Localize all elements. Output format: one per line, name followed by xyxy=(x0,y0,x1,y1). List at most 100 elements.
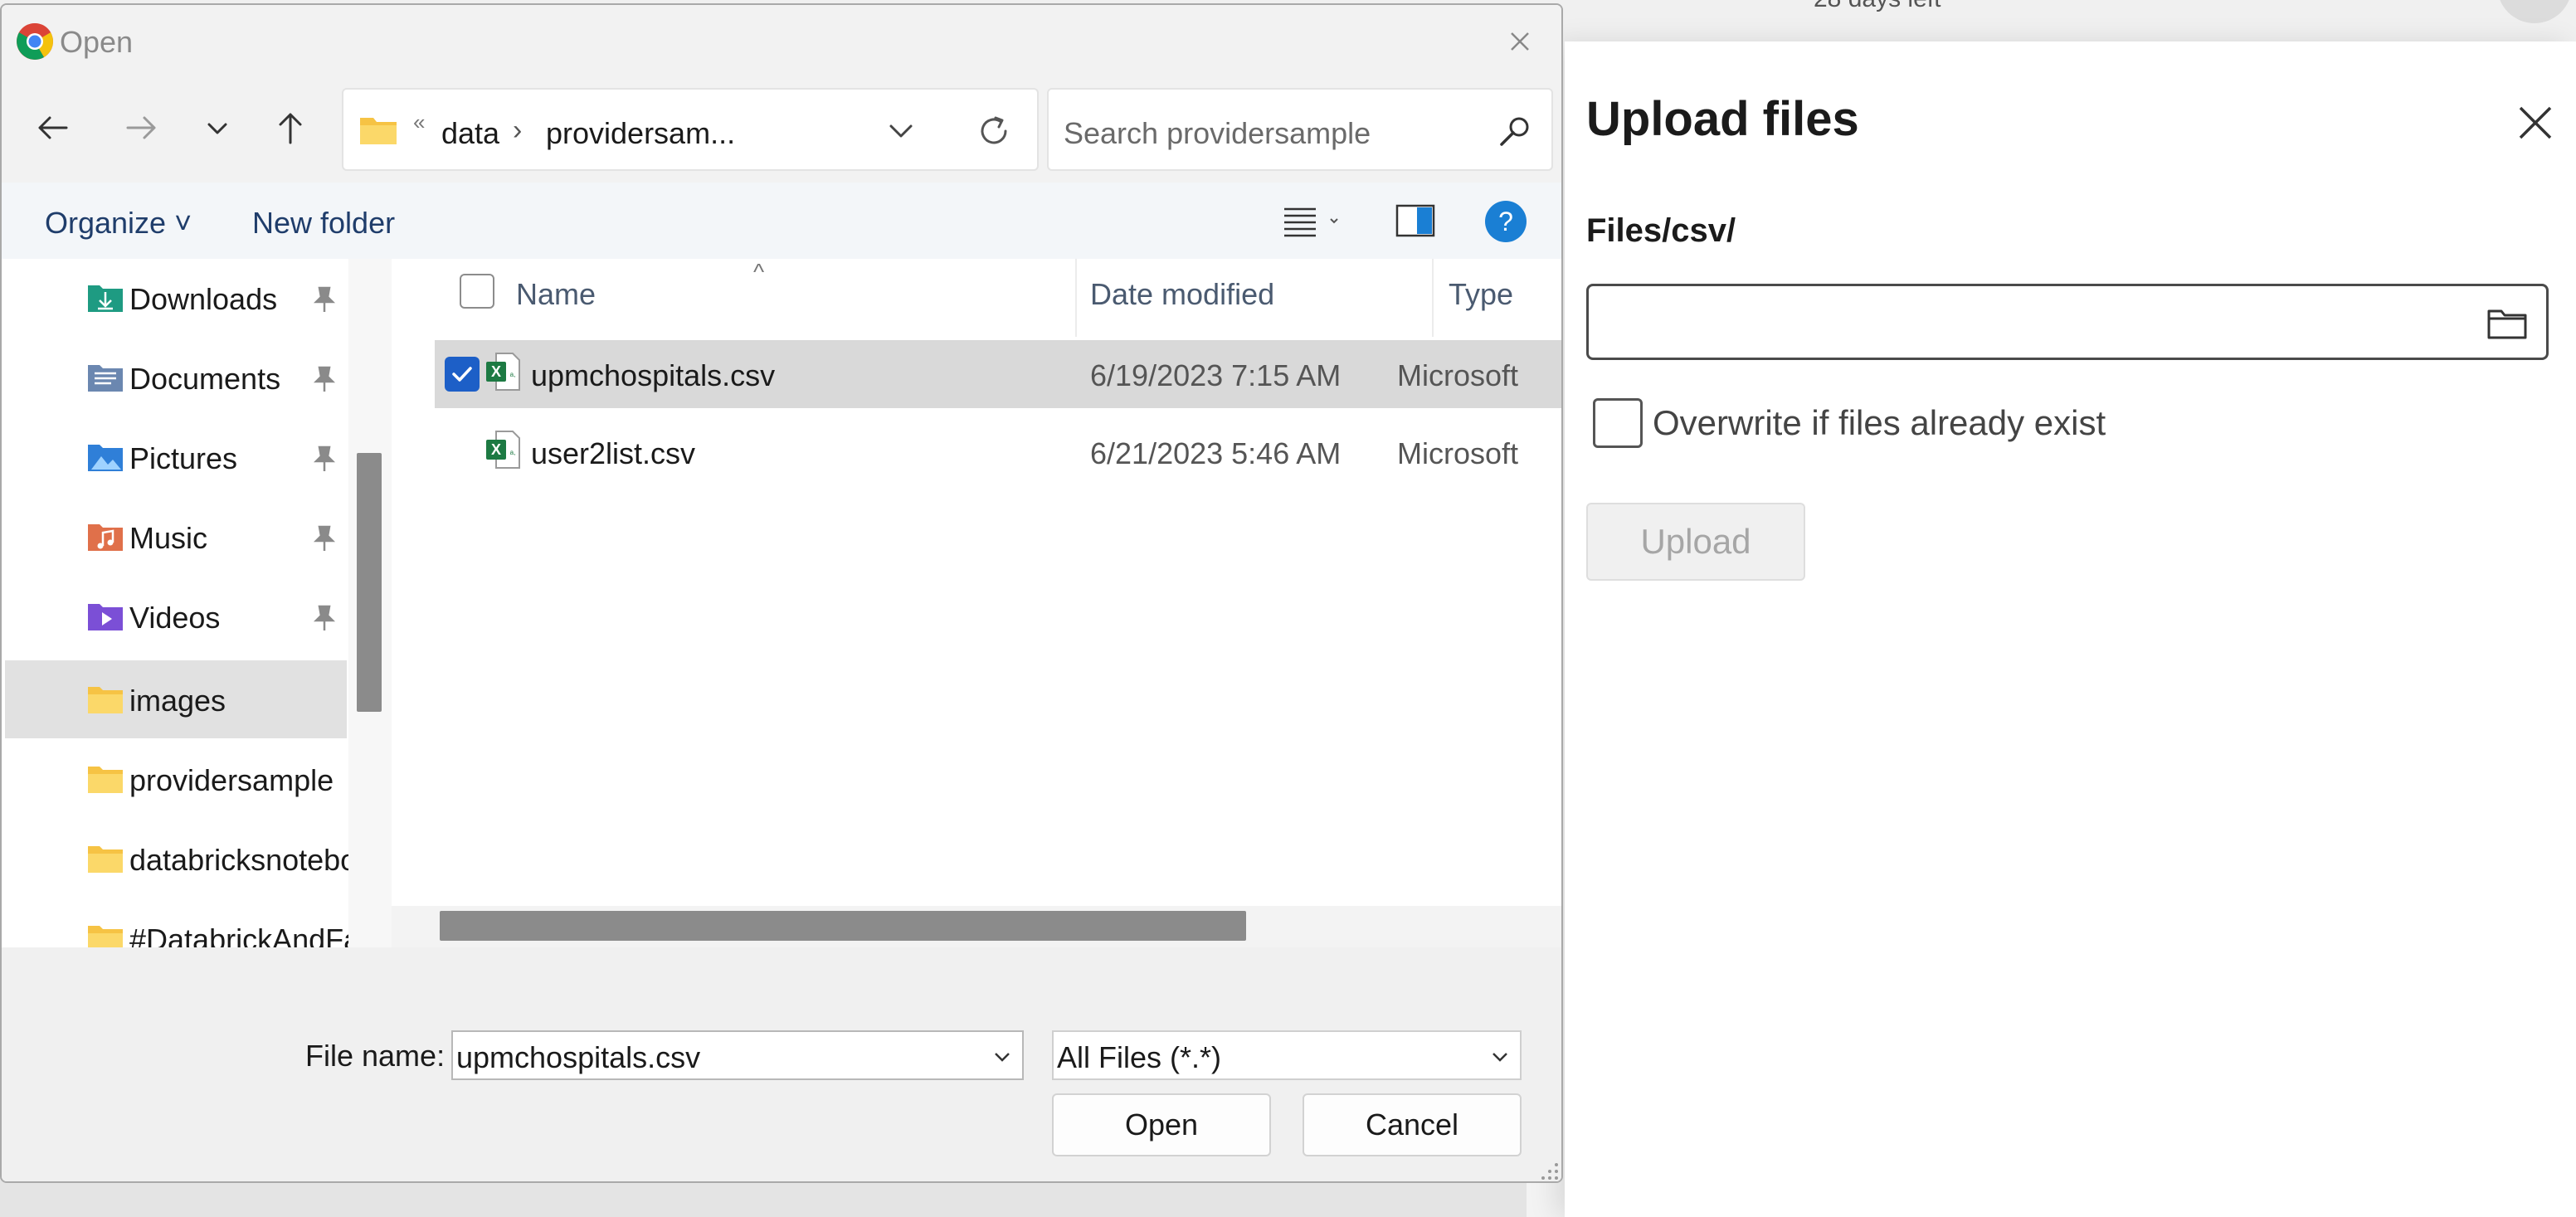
nav-item-label: Documents xyxy=(129,362,281,396)
folder-icon xyxy=(88,846,123,873)
column-divider[interactable] xyxy=(1075,259,1077,337)
file-type: Microsoft xyxy=(1397,436,1519,470)
organize-button[interactable]: Organize ˅ xyxy=(45,206,192,241)
nav-item-label: providersample xyxy=(129,763,334,797)
file-name: user2list.csv xyxy=(531,436,696,470)
nav-scrollbar-thumb[interactable] xyxy=(357,453,382,712)
navigation-pane[interactable]: Downloads Documents Pictures Music Video… xyxy=(2,259,392,947)
file-name-input[interactable]: upmchospitals.csv xyxy=(451,1030,1024,1080)
column-header-date-modified[interactable]: Date modified xyxy=(1090,277,1274,312)
file-row[interactable]: X a, user2list.csv 6/21/2023 5:46 AM Mic… xyxy=(435,418,1561,486)
nav-item-documents[interactable]: Documents xyxy=(5,338,347,416)
column-header-type[interactable]: Type xyxy=(1449,277,1513,312)
search-box[interactable]: Search providersample xyxy=(1047,88,1553,171)
upload-button[interactable]: Upload xyxy=(1586,503,1805,581)
folder-icon xyxy=(88,926,123,947)
folder-icon xyxy=(88,687,123,713)
nav-item-databricksnotebo[interactable]: databricksnotebo xyxy=(5,820,357,898)
folder-icon xyxy=(88,767,123,793)
documents-folder-icon xyxy=(88,365,123,392)
open-button[interactable]: Open xyxy=(1052,1093,1271,1156)
music-folder-icon xyxy=(88,524,123,551)
address-segment-data[interactable]: data xyxy=(441,116,499,151)
dialog-title-bar: Open xyxy=(2,5,1561,75)
upload-path-label: Files/csv/ xyxy=(1586,212,1736,249)
sort-ascending-icon: ^ xyxy=(753,259,765,285)
excel-csv-file-icon: X a, xyxy=(486,353,520,391)
pin-icon[interactable] xyxy=(312,524,337,553)
new-folder-button[interactable]: New folder xyxy=(252,206,395,241)
svg-text:X: X xyxy=(491,441,501,458)
open-file-dialog: Open « data › providersam... Search prov… xyxy=(0,3,1563,1183)
file-date-modified: 6/21/2023 5:46 AM xyxy=(1090,436,1342,470)
nav-item-pictures[interactable]: Pictures xyxy=(5,418,347,496)
nav-item-downloads[interactable]: Downloads xyxy=(5,259,347,337)
file-name-label: File name: xyxy=(305,1039,446,1073)
file-row[interactable]: X a, upmchospitals.csv 6/19/2023 7:15 AM… xyxy=(435,340,1561,408)
pin-icon[interactable] xyxy=(312,445,337,473)
cancel-button[interactable]: Cancel xyxy=(1303,1093,1522,1156)
trial-days-left: 28 days left xyxy=(1814,0,1941,13)
panel-title: Upload files xyxy=(1586,92,1859,146)
back-arrow-icon[interactable] xyxy=(30,105,76,151)
nav-item-label: images xyxy=(129,684,226,718)
address-overflow[interactable]: « xyxy=(413,110,425,135)
column-header-name[interactable]: Name xyxy=(516,277,596,312)
nav-item-images[interactable]: images xyxy=(5,660,347,738)
close-icon[interactable] xyxy=(1503,25,1536,58)
chevron-down-icon[interactable] xyxy=(886,116,916,146)
file-type: Microsoft xyxy=(1397,358,1519,392)
nav-item-label: Pictures xyxy=(129,441,238,475)
chevron-down-icon[interactable] xyxy=(991,1045,1014,1069)
address-segment-providersample[interactable]: providersam... xyxy=(546,116,735,151)
file-type-select[interactable]: All Files (*.*) xyxy=(1052,1030,1522,1080)
file-name: upmchospitals.csv xyxy=(531,358,776,392)
background-page-footer xyxy=(0,1178,1527,1217)
select-all-checkbox[interactable] xyxy=(460,274,494,309)
dialog-footer: File name: upmchospitals.csv All Files (… xyxy=(2,947,1561,1181)
svg-text:a,: a, xyxy=(510,449,516,456)
folder-icon xyxy=(360,118,397,144)
row-checkbox[interactable] xyxy=(445,357,480,392)
nav-item-label: #DatabrickAndFa xyxy=(129,922,361,947)
search-input[interactable]: Search providersample xyxy=(1064,116,1371,151)
help-icon[interactable]: ? xyxy=(1483,199,1528,244)
avatar[interactable] xyxy=(2497,0,2572,23)
chrome-icon xyxy=(17,23,53,60)
videos-folder-icon xyxy=(88,604,123,630)
nav-item-providersample[interactable]: providersample xyxy=(5,740,347,818)
nav-item-databrickandfa[interactable]: #DatabrickAndFa xyxy=(5,899,360,947)
nav-item-music[interactable]: Music xyxy=(5,498,347,576)
nav-item-label: Music xyxy=(129,521,208,555)
dialog-title: Open xyxy=(60,25,134,59)
search-icon[interactable] xyxy=(1497,113,1533,149)
downloads-folder-icon xyxy=(88,285,123,312)
svg-text:X: X xyxy=(491,363,501,380)
forward-arrow-icon[interactable] xyxy=(118,105,164,151)
folder-icon[interactable] xyxy=(2486,304,2528,341)
preview-pane-icon[interactable] xyxy=(1395,204,1435,237)
horizontal-scrollbar-thumb[interactable] xyxy=(440,911,1246,941)
chevron-down-icon[interactable] xyxy=(1488,1045,1512,1069)
up-arrow-icon[interactable] xyxy=(267,105,314,151)
file-type-value[interactable]: All Files (*.*) xyxy=(1057,1040,1221,1075)
close-icon[interactable] xyxy=(2512,100,2559,146)
pin-icon[interactable] xyxy=(312,365,337,393)
file-name-value[interactable]: upmchospitals.csv xyxy=(456,1040,700,1075)
pin-icon[interactable] xyxy=(312,285,337,314)
pin-icon[interactable] xyxy=(312,604,337,632)
address-bar[interactable]: « data › providersam... xyxy=(342,88,1039,171)
column-divider[interactable] xyxy=(1432,259,1434,337)
excel-csv-file-icon: X a, xyxy=(486,431,520,469)
refresh-icon[interactable] xyxy=(974,111,1014,151)
resize-grip-icon[interactable] xyxy=(1535,1156,1560,1181)
upload-file-input[interactable] xyxy=(1586,284,2549,360)
upload-files-panel: Upload files Files/csv/ Overwrite if fil… xyxy=(1565,41,2576,1217)
view-options-icon[interactable] xyxy=(1281,204,1347,239)
overwrite-checkbox[interactable] xyxy=(1593,398,1643,448)
file-date-modified: 6/19/2023 7:15 AM xyxy=(1090,358,1342,392)
file-list[interactable]: ^ Name Date modified Type X a, upmchospi… xyxy=(392,259,1561,947)
address-separator[interactable]: › xyxy=(513,114,522,147)
nav-item-videos[interactable]: Videos xyxy=(5,577,347,655)
recent-locations-chevron-icon[interactable] xyxy=(194,105,241,151)
